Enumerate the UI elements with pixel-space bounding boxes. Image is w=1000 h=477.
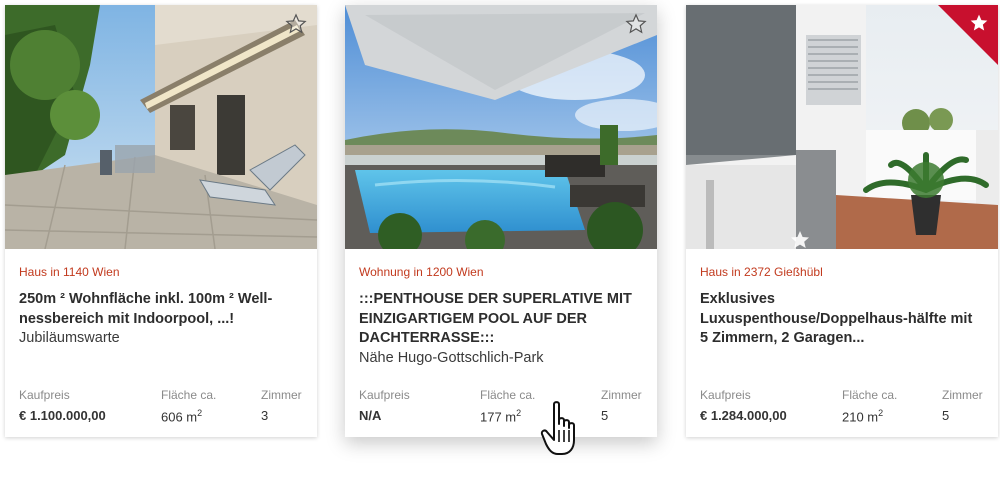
rooms-stat: Zimmer 5 xyxy=(601,388,643,423)
property-type: Haus in 2372 Gießhübl xyxy=(700,265,823,279)
area-number: 210 m xyxy=(842,409,879,425)
area-value: 177 m2 xyxy=(480,408,535,424)
area-unit-sup: 2 xyxy=(197,408,203,418)
price-value: N/A xyxy=(359,408,382,423)
rooms-label: Zimmer xyxy=(261,388,302,402)
listing-card[interactable]: Haus in 2372 Gießhübl Exklusives Luxuspe… xyxy=(686,5,998,437)
listing-photo[interactable] xyxy=(5,5,317,249)
area-unit-sup: 2 xyxy=(878,408,884,418)
rooms-label: Zimmer xyxy=(942,388,983,402)
price-label: Kaufpreis xyxy=(700,388,751,402)
property-type: Wohnung in 1200 Wien xyxy=(359,265,484,279)
hand-pointer-icon xyxy=(540,400,582,460)
price-value: € 1.100.000,00 xyxy=(19,408,106,423)
area-stat: Fläche ca. 606 m2 xyxy=(161,388,216,424)
rooms-value: 3 xyxy=(261,408,269,423)
listing-photo[interactable] xyxy=(345,5,657,249)
area-unit-sup: 2 xyxy=(516,408,522,418)
listing-title[interactable]: 250m ² Wohnfläche inkl. 100m ² Well-ness… xyxy=(19,290,303,349)
area-stat: Fläche ca. 177 m2 xyxy=(480,388,535,424)
listing-location: Jubiläumswarte xyxy=(19,330,120,346)
listing-card[interactable]: Haus in 1140 Wien 250m ² Wohnfläche inkl… xyxy=(5,5,317,437)
listing-title-text[interactable]: :::PENTHOUSE DER SUPERLATIVE MIT EINZIGA… xyxy=(359,291,632,346)
area-label: Fläche ca. xyxy=(842,388,898,402)
favorite-badge[interactable] xyxy=(938,5,998,65)
area-value: 210 m2 xyxy=(842,408,897,424)
star-icon[interactable] xyxy=(283,11,309,37)
price-value: € 1.284.000,00 xyxy=(700,408,787,423)
listing-stats: Kaufpreis € 1.100.000,00 Fläche ca. 606 … xyxy=(19,388,303,428)
rooms-value: 5 xyxy=(942,408,950,423)
star-icon[interactable] xyxy=(969,13,989,38)
price-stat: Kaufpreis € 1.100.000,00 xyxy=(19,388,106,423)
area-number: 177 m xyxy=(480,409,517,425)
rooms-stat: Zimmer 3 xyxy=(261,388,303,423)
price-stat: Kaufpreis € 1.284.000,00 xyxy=(700,388,787,423)
price-label: Kaufpreis xyxy=(359,388,410,402)
listing-title-text[interactable]: Exklusives Luxuspenthouse/Doppelhaus-häl… xyxy=(700,291,972,346)
listing-card[interactable]: Wohnung in 1200 Wien :::PENTHOUSE DER SU… xyxy=(345,5,657,437)
rooms-stat: Zimmer 5 xyxy=(942,388,984,423)
price-stat: Kaufpreis N/A xyxy=(359,388,410,423)
property-type: Haus in 1140 Wien xyxy=(19,265,120,279)
listing-stats: Kaufpreis € 1.284.000,00 Fläche ca. 210 … xyxy=(700,388,984,428)
rooms-value: 5 xyxy=(601,408,609,423)
listing-stats: Kaufpreis N/A Fläche ca. 177 m2 Zimmer 5 xyxy=(359,388,643,428)
area-number: 606 m xyxy=(161,409,198,425)
listing-title[interactable]: :::PENTHOUSE DER SUPERLATIVE MIT EINZIGA… xyxy=(359,290,643,368)
area-label: Fläche ca. xyxy=(161,388,217,402)
area-label: Fläche ca. xyxy=(480,388,536,402)
listing-title[interactable]: Exklusives Luxuspenthouse/Doppelhaus-häl… xyxy=(700,290,984,349)
rooms-label: Zimmer xyxy=(601,388,642,402)
listing-photo[interactable] xyxy=(686,5,998,249)
star-icon[interactable] xyxy=(623,11,649,37)
listing-title-text[interactable]: 250m ² Wohnfläche inkl. 100m ² Well-ness… xyxy=(19,291,272,327)
listing-location: Nähe Hugo-Gottschlich-Park xyxy=(359,349,544,366)
price-label: Kaufpreis xyxy=(19,388,70,402)
area-value: 606 m2 xyxy=(161,408,216,424)
area-stat: Fläche ca. 210 m2 xyxy=(842,388,897,424)
